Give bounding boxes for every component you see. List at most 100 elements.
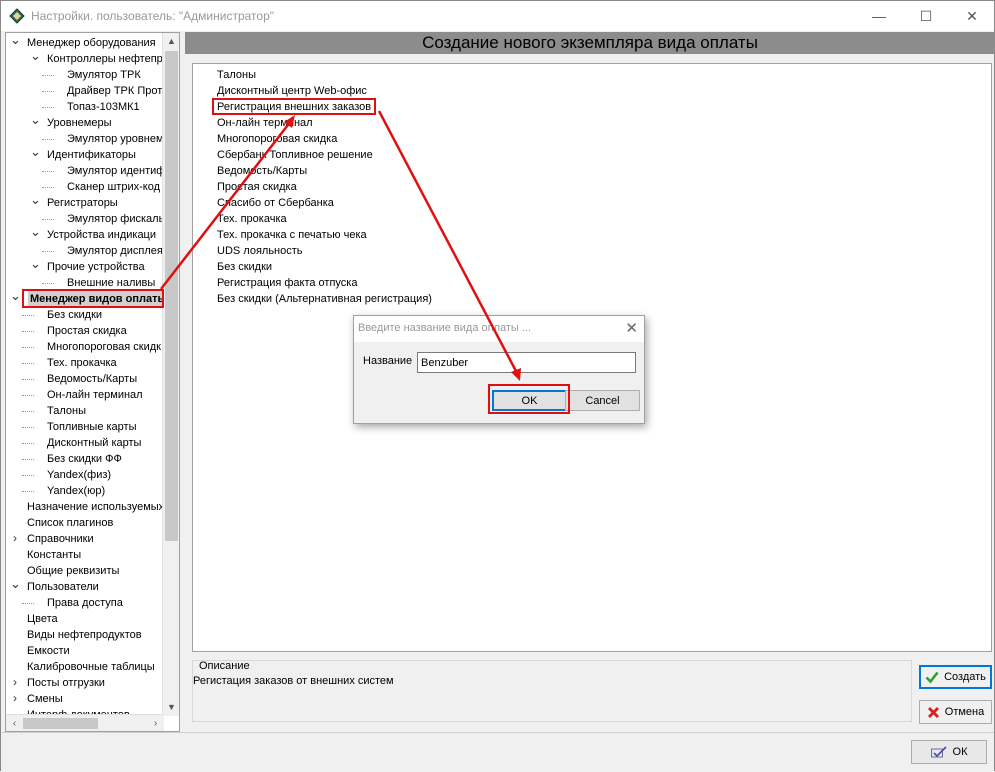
settings-tree[interactable]: ⌄ Менеджер оборудования ⌄ Контроллеры нефте… [5,32,180,732]
tree-item-label: Контроллеры нефтепр [47,53,163,65]
tree-connector [42,251,54,252]
tree-connector [22,475,34,476]
tree-connector [22,603,34,604]
tree-item-label: Многопороговая скидк [47,341,161,353]
payment-type-item[interactable]: Ведомость/Карты [217,163,307,179]
tree-item-label: Без скидки [47,309,103,321]
tree-item-label: Константы [27,549,82,561]
description-caption: Описание [199,660,250,672]
payment-type-item[interactable]: Без скидки (Альтернативная регистрация) [217,291,432,307]
chevron-down-icon[interactable]: ⌄ [10,33,21,51]
tree-item-label: Калибровочные таблицы [27,661,155,673]
tree-item-label: Смены [27,693,63,705]
tree-item-label: Эмулятор идентиф [67,165,166,177]
chevron-right-icon[interactable]: › [10,531,20,547]
chevron-down-icon[interactable]: ⌄ [10,577,21,595]
payment-type-item[interactable]: Тех. прокачка с печатью чека [217,227,367,243]
tree-vertical-scrollbar[interactable]: ▲ ▼ [162,33,179,716]
scroll-thumb[interactable] [165,51,178,541]
dialog-cancel-label: Cancel [585,394,620,407]
tree-connector [42,107,54,108]
tree-item-label: Регистраторы [47,197,118,209]
cancel-label: Отмена [944,706,985,718]
payment-type-item[interactable]: Сбербанк Топливное решение [217,147,373,163]
dialog-cancel-button[interactable]: Cancel [565,390,640,411]
chevron-down-icon[interactable]: ⌄ [30,193,41,211]
tree-item-label: Уровнемеры [47,117,112,129]
dialog-title-bar: Введите название вида оплаты ... ✕ [354,316,644,342]
tree-item-label: Идентификаторы [47,149,136,161]
tree-connector [22,491,34,492]
tree-item-label: Прочие устройства [47,261,145,273]
tree-item-label: Дисконтный карты [47,437,142,449]
payment-type-item[interactable]: Талоны [217,67,256,83]
ok-button[interactable]: ОК [911,740,987,764]
tree-item-label: Справочники [27,533,94,545]
dialog-ok-button[interactable]: OK [492,390,567,411]
payment-type-item[interactable]: UDS лояльность [217,243,303,259]
chevron-down-icon[interactable]: ⌄ [30,49,41,67]
window-title: Настройки. пользователь: "Администратор" [31,9,275,23]
tree-item-label: Талоны [47,405,86,417]
chevron-right-icon[interactable]: › [10,691,20,707]
tree-item-label: Без скидки ФФ [47,453,122,465]
name-label: Название [363,355,413,367]
payment-type-item[interactable]: Дисконтный центр Web-офис [217,83,367,99]
tree-connector [42,139,54,140]
tree-item-label: Емкости [27,645,70,657]
cross-icon [927,706,939,718]
payment-type-item[interactable]: Он-лайн терминал [217,115,313,131]
scroll-down-icon[interactable]: ▼ [163,699,179,716]
chevron-right-icon[interactable]: › [10,675,20,691]
close-button[interactable]: ✕ [949,1,995,31]
tree-connector [22,427,34,428]
payment-type-item[interactable]: Без скидки [217,259,272,275]
chevron-down-icon[interactable]: ⌄ [30,225,41,243]
payment-type-item[interactable]: Регистрация факта отпуска [217,275,357,291]
hscroll-thumb[interactable] [23,718,98,729]
tree-connector [42,91,54,92]
tree-connector [22,395,34,396]
tree-horizontal-scrollbar[interactable]: ‹ › [6,714,164,731]
tree-connector [22,443,34,444]
tree-item-label: Менеджер видов оплаты [28,291,169,307]
chevron-down-icon[interactable]: ⌄ [30,257,41,275]
payment-type-item[interactable]: Регистрация внешних заказов [217,99,371,115]
maximize-button[interactable]: ☐ [903,1,949,31]
tree-item-label: Общие реквизиты [27,565,120,577]
settings-window: Настройки. пользователь: "Администратор"… [0,0,995,771]
tree-item-label: Эмулятор ТРК [67,69,141,81]
tree-connector [42,187,54,188]
chevron-down-icon[interactable]: ⌄ [30,113,41,131]
bottom-bar [1,732,994,771]
chevron-down-icon[interactable]: ⌄ [30,145,41,163]
scroll-left-icon[interactable]: ‹ [6,715,23,731]
payment-type-item[interactable]: Многопороговая скидка [217,131,337,147]
payment-type-item[interactable]: Тех. прокачка [217,211,287,227]
tree-connector [42,283,54,284]
minimize-button[interactable]: — [856,1,902,31]
tree-item-label: Менеджер оборудования [27,37,156,49]
ok-label: ОК [952,746,968,758]
payment-type-item[interactable]: Спасибо от Сбербанка [217,195,334,211]
tree-connector [42,171,54,172]
chevron-down-icon[interactable]: ⌄ [10,289,21,307]
dialog-close-icon[interactable]: ✕ [625,319,638,337]
tree-item-label: Права доступа [47,597,123,609]
name-input[interactable] [417,352,636,373]
check-icon [925,671,939,684]
tree-item-label: Устройства индикаци [47,229,157,241]
scroll-up-icon[interactable]: ▲ [163,33,179,50]
tree-connector [42,219,54,220]
minimize-icon: — [872,8,886,24]
maximize-icon: ☐ [919,7,933,24]
tree-item-label: Эмулятор дисплея [67,245,163,257]
scroll-right-icon[interactable]: › [147,715,164,731]
dialog-title: Введите название вида оплаты ... [358,322,532,334]
tree-item-label: Пользователи [27,581,99,593]
create-button[interactable]: Создать [919,665,992,689]
tree-connector [22,331,34,332]
cancel-button[interactable]: Отмена [919,700,992,724]
payment-type-item[interactable]: Простая скидка [217,179,297,195]
tree-item-label: Простая скидка [47,325,127,337]
